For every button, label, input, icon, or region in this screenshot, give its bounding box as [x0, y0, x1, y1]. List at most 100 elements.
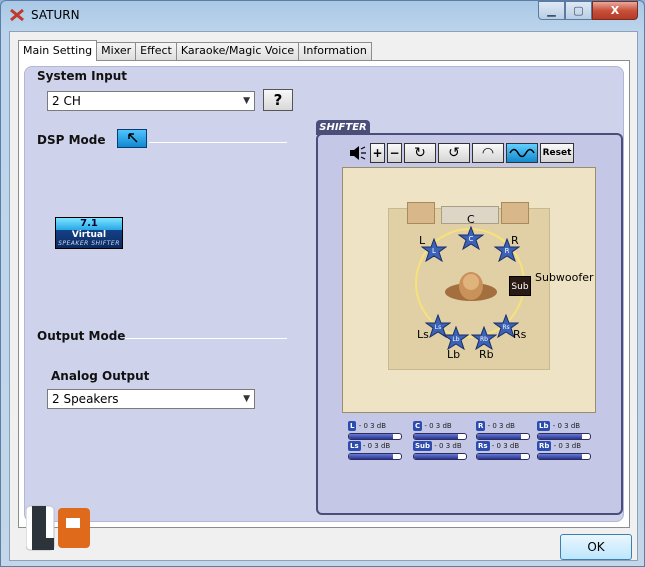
listener-head-icon — [445, 272, 497, 301]
meter-c[interactable]: C - 0 3 dB — [413, 421, 467, 443]
meter-bar[interactable] — [476, 433, 530, 440]
label-ls: Ls — [417, 328, 429, 341]
tab-bar: Main Setting Mixer Effect Karaoke/Magic … — [18, 40, 372, 61]
label-c: C — [467, 213, 475, 226]
ok-button[interactable]: OK — [560, 534, 632, 560]
rotate-cw-icon: ↻ — [414, 145, 426, 161]
main-setting-panel: System Input 2 CH ▼ ? DSP Mode 7.1 Virtu… — [24, 66, 624, 522]
window-title: SATURN — [31, 8, 80, 22]
speaker-volume-icon[interactable] — [348, 143, 368, 163]
dsp-divider — [149, 142, 287, 143]
label-subwoofer: Subwoofer — [535, 271, 594, 284]
output-divider — [125, 338, 287, 339]
rotate-counterclockwise-button[interactable]: ↺ — [438, 143, 470, 163]
meter-value: - 0 3 dB — [552, 422, 581, 430]
meter-bar[interactable] — [348, 433, 402, 440]
meter-rs[interactable]: Rs - 0 3 dB — [476, 441, 530, 463]
meter-fill — [414, 434, 459, 439]
meter-channel: R — [476, 421, 486, 431]
meter-bar[interactable] — [413, 453, 467, 460]
tab-panel: System Input 2 CH ▼ ? DSP Mode 7.1 Virtu… — [18, 60, 630, 528]
meter-label: L - 0 3 dB — [348, 421, 386, 431]
speaker-sub[interactable]: Sub — [509, 276, 531, 296]
meter-channel: L — [348, 421, 357, 431]
meter-value: - 0 3 dB — [491, 442, 520, 450]
meter-l[interactable]: L - 0 3 dB — [348, 421, 402, 443]
meter-lb[interactable]: Lb - 0 3 dB — [537, 421, 591, 443]
svg-text:L: L — [432, 247, 436, 255]
meter-fill — [538, 454, 583, 459]
tab-mixer[interactable]: Mixer — [96, 42, 137, 60]
volume-down-button[interactable]: − — [387, 143, 402, 163]
maximize-button[interactable]: ▢ — [565, 1, 592, 20]
meter-ls[interactable]: Ls - 0 3 dB — [348, 441, 402, 463]
dsp-mode-label: DSP Mode — [37, 133, 106, 147]
help-button[interactable]: ? — [263, 89, 293, 111]
meter-fill — [477, 454, 522, 459]
close-button[interactable]: X — [592, 1, 638, 20]
speaker-c[interactable]: C — [457, 225, 485, 251]
meter-bar[interactable] — [476, 453, 530, 460]
minus-icon: − — [389, 146, 400, 160]
label-l: L — [419, 234, 426, 247]
minimize-button[interactable]: ▁ — [538, 1, 565, 20]
dsp-arrow-icon — [128, 133, 138, 143]
dsp-mode-button[interactable] — [117, 129, 147, 148]
meter-sub[interactable]: Sub - 0 3 dB — [413, 441, 467, 463]
meter-channel: C — [413, 421, 423, 431]
meter-bar[interactable] — [413, 433, 467, 440]
tab-main-setting[interactable]: Main Setting — [18, 40, 98, 61]
shifter-panel: + − ↻ ↺ ◠ Reset C C L L R R Sub Subwoofe… — [316, 133, 623, 515]
system-input-select[interactable]: 2 CH ▼ — [47, 91, 255, 111]
title-bar[interactable]: SATURN ▁ ▢ X — [1, 1, 644, 31]
wave-mode-button[interactable] — [506, 143, 538, 163]
meter-channel: Rs — [476, 441, 490, 451]
headphone-icon: ◠ — [481, 145, 495, 161]
meter-bar[interactable] — [348, 453, 402, 460]
front-left-box — [407, 202, 435, 224]
meter-fill — [538, 434, 583, 439]
svg-text:C: C — [469, 235, 474, 243]
volume-up-button[interactable]: + — [370, 143, 385, 163]
minimize-icon: ▁ — [547, 4, 556, 17]
label-rb: Rb — [479, 348, 494, 361]
plus-icon: + — [372, 146, 383, 160]
headphone-button[interactable]: ◠ — [472, 143, 504, 163]
meter-label: C - 0 3 dB — [413, 421, 452, 431]
speaker-star-icon: Lb — [442, 325, 470, 351]
svg-text:Rs: Rs — [502, 324, 509, 331]
reset-button[interactable]: Reset — [540, 143, 574, 163]
shifter-toolbar: + − ↻ ↺ ◠ Reset — [348, 143, 576, 163]
tab-information[interactable]: Information — [298, 42, 372, 60]
meter-label: Lb - 0 3 dB — [537, 421, 580, 431]
meter-value: - 0 3 dB — [362, 442, 391, 450]
rotate-clockwise-button[interactable]: ↻ — [404, 143, 436, 163]
output-mode-label: Output Mode — [37, 329, 126, 343]
meter-fill — [349, 434, 394, 439]
saturn-app-icon — [10, 8, 24, 22]
front-right-box — [501, 202, 529, 224]
legit-reviews-logo — [26, 505, 90, 551]
meter-r[interactable]: R - 0 3 dB — [476, 421, 530, 443]
meter-bar[interactable] — [537, 433, 591, 440]
system-input-label: System Input — [37, 69, 128, 83]
meter-label: Sub - 0 3 dB — [413, 441, 462, 451]
meter-value: - 0 3 dB — [358, 422, 387, 430]
system-input-value: 2 CH — [52, 94, 81, 108]
meter-channel: Lb — [537, 421, 551, 431]
close-icon: X — [610, 4, 620, 17]
speaker-star-icon: C — [457, 225, 485, 251]
speaker-lb[interactable]: Lb — [442, 325, 470, 351]
wave-icon — [509, 148, 535, 158]
tab-effect[interactable]: Effect — [135, 42, 177, 60]
meter-fill — [349, 454, 394, 459]
meter-bar[interactable] — [537, 453, 591, 460]
analog-output-select[interactable]: 2 Speakers ▼ — [47, 389, 255, 409]
meter-channel: Rb — [537, 441, 552, 451]
tab-karaoke[interactable]: Karaoke/Magic Voice — [175, 42, 300, 60]
meter-rb[interactable]: Rb - 0 3 dB — [537, 441, 591, 463]
label-lb: Lb — [447, 348, 461, 361]
logo-top-text: 7.1 — [56, 218, 122, 230]
meter-channel: Sub — [413, 441, 433, 451]
svg-text:Lb: Lb — [452, 336, 459, 343]
